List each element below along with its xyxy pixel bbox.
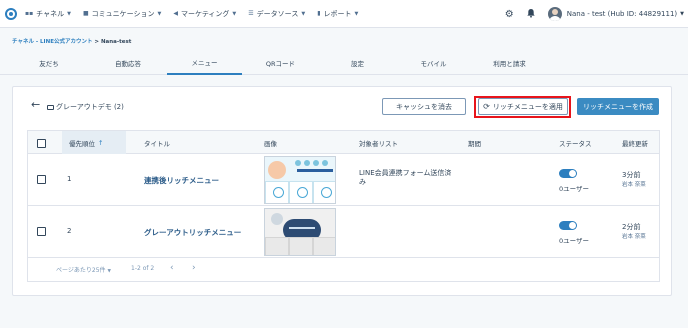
chevron-down-icon: ▼: [354, 10, 359, 17]
nav-item-label: データソース: [256, 9, 299, 18]
status-toggle[interactable]: [559, 221, 577, 230]
thumbnail-figure: [271, 213, 283, 225]
row-updated-by: 岩本 奈菜: [622, 234, 646, 240]
thumbnail-banner: [265, 157, 335, 181]
folder-title: グレーアウトデモ (2): [47, 102, 124, 112]
row-title-link[interactable]: グレーアウトリッチメニュー: [144, 227, 241, 238]
rich-menu-panel: ← グレーアウトデモ (2) キャッシュを消去 ⟳ リッチメニューを適用 リッチ…: [12, 86, 672, 296]
message-icon: ■: [82, 10, 89, 17]
select-all-checkbox[interactable]: [37, 138, 46, 148]
thumbnail-dots: [295, 160, 335, 166]
list-icon: ☰: [248, 10, 254, 17]
chevron-down-icon: ▼: [107, 269, 111, 274]
bar-chart-icon: ▮: [317, 10, 321, 17]
breadcrumb-separator: >: [92, 39, 101, 45]
nav-item-label: チャネル: [36, 9, 65, 18]
column-image: 画像: [264, 140, 277, 148]
chevron-down-icon: ▼: [157, 10, 162, 17]
highlight-annotation: [474, 96, 571, 118]
row-checkbox-cell: [37, 175, 46, 184]
breadcrumb-current: Nana-test: [100, 39, 132, 45]
avatar[interactable]: [547, 7, 562, 21]
thumbnail-figure: [268, 161, 286, 179]
status-toggle-cell: [559, 221, 577, 230]
next-page-icon[interactable]: ›: [192, 263, 196, 273]
table-row: 2 グレーアウトリッチメニュー 0ユーザー 2分前 岩本 奈菜: [27, 206, 660, 258]
tab-usage-billing[interactable]: 利用と請求: [472, 51, 547, 75]
column-priority[interactable]: 優先順位 ↑: [62, 131, 126, 155]
column-period: 期間: [468, 140, 481, 148]
column-status: ステータス: [559, 140, 592, 148]
user-account-name[interactable]: Nana - test (Hub ID: 44829111): [567, 10, 677, 18]
status-toggle[interactable]: [559, 169, 577, 178]
row-updated-time: 2分前: [622, 223, 641, 231]
pagination-bar: ページあたり25件 ▼ 1-2 of 2 ‹ ›: [27, 258, 660, 282]
tab-settings[interactable]: 設定: [320, 51, 395, 75]
tab-mobile[interactable]: モバイル: [396, 51, 471, 75]
app-logo-icon[interactable]: [5, 7, 17, 20]
column-priority-label: 優先順位: [69, 140, 95, 148]
tab-menu[interactable]: メニュー: [167, 51, 242, 75]
top-navigation: ▪▪ チャネル ▼ ■ コミュニケーション ▼ ◀ マーケティング ▼ ☰ デー…: [0, 0, 688, 28]
row-updated-time: 3分前: [622, 171, 641, 179]
nav-item-datasource[interactable]: ☰ データソース ▼: [248, 9, 305, 19]
prev-page-icon[interactable]: ‹: [170, 263, 174, 273]
table-header: 優先順位 ↑ タイトル 画像 対象者リスト 期間 ステータス 最終更新: [27, 130, 660, 155]
clear-cache-button[interactable]: キャッシュを消去: [382, 98, 466, 115]
row-status-users: 0ユーザー: [559, 237, 590, 245]
thumbnail-grid: [265, 237, 335, 255]
row-checkbox[interactable]: [37, 227, 46, 236]
chevron-down-icon: ▼: [301, 10, 306, 17]
column-last-updated: 最終更新: [622, 140, 648, 148]
row-priority: 2: [67, 227, 72, 235]
row-checkbox-cell: [37, 227, 46, 236]
create-rich-menu-button[interactable]: リッチメニューを作成: [577, 98, 659, 115]
bell-icon[interactable]: [526, 8, 536, 21]
rich-menu-thumbnail[interactable]: [264, 156, 336, 204]
tab-auto-response[interactable]: 自動応答: [88, 51, 168, 75]
nav-item-channel[interactable]: ▪▪ チャネル ▼: [25, 9, 71, 19]
breadcrumb: チャネル - LINE公式アカウント > Nana-test: [12, 37, 131, 45]
row-checkbox[interactable]: [37, 175, 46, 184]
nav-item-label: マーケティング: [180, 9, 230, 18]
nav-item-report[interactable]: ▮ レポート ▼: [317, 9, 358, 19]
per-page-label: ページあたり25件: [56, 267, 106, 274]
nav-right-group: ⚙ Nana - test (Hub ID: 44829111) ▼: [505, 0, 688, 28]
select-all-checkbox-cell: [37, 131, 46, 155]
row-status-users: 0ユーザー: [559, 185, 590, 193]
sort-ascending-icon: ↑: [98, 139, 104, 147]
nav-item-label: レポート: [323, 9, 352, 18]
thumbnail-text-bar: [297, 169, 333, 172]
tab-friends[interactable]: 友だち: [5, 51, 93, 75]
back-arrow-icon[interactable]: ←: [31, 98, 40, 111]
column-target-list: 対象者リスト: [359, 140, 398, 148]
chevron-down-icon: ▼: [232, 10, 237, 17]
folder-icon: [47, 104, 54, 110]
tab-bar: 友だち 自動応答 メニュー QRコード 設定 モバイル 利用と請求: [0, 51, 688, 75]
nav-item-label: コミュニケーション: [91, 9, 155, 18]
table-row: 1 連携後リッチメニュー LINE会員連携フォーム送信済み 0ユーザー 3分前 …: [27, 154, 660, 206]
breadcrumb-link[interactable]: チャネル - LINE公式アカウント: [12, 39, 92, 45]
megaphone-icon: ◀: [173, 10, 178, 17]
row-updated-by: 岩本 奈菜: [622, 182, 646, 188]
nav-item-communication[interactable]: ■ コミュニケーション ▼: [83, 9, 161, 19]
row-title-link[interactable]: 連携後リッチメニュー: [144, 175, 219, 186]
per-page-select[interactable]: ページあたり25件 ▼: [56, 265, 111, 274]
chat-icon: ▪▪: [25, 10, 34, 17]
rich-menu-thumbnail[interactable]: [264, 208, 336, 256]
page-range: 1-2 of 2: [131, 265, 155, 272]
chevron-down-icon[interactable]: ▼: [680, 11, 684, 17]
column-title[interactable]: タイトル: [144, 131, 170, 155]
chevron-down-icon: ▼: [67, 10, 71, 17]
tab-qr-code[interactable]: QRコード: [243, 51, 318, 75]
nav-item-marketing[interactable]: ◀ マーケティング ▼: [173, 9, 236, 19]
status-toggle-cell: [559, 169, 577, 178]
thumbnail-grid: [265, 181, 335, 203]
gear-icon[interactable]: ⚙: [505, 9, 514, 20]
row-priority: 1: [67, 175, 72, 183]
folder-title-text: グレーアウトデモ (2): [56, 103, 124, 111]
row-target-list: LINE会員連携フォーム送信済み: [359, 169, 452, 186]
